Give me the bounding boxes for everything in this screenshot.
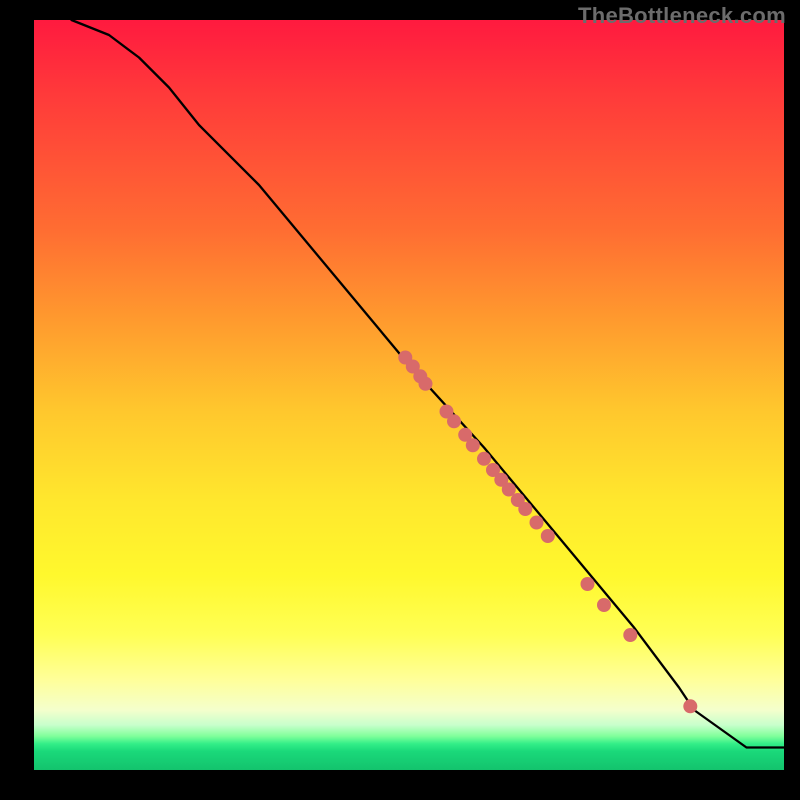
data-point [477,452,491,466]
data-point [466,438,480,452]
data-point [541,529,555,543]
data-point [597,598,611,612]
data-point [447,414,461,428]
data-point [623,628,637,642]
watermark-text: TheBottleneck.com [578,3,786,29]
data-point [419,377,433,391]
data-point [518,502,532,516]
chart-frame: TheBottleneck.com [0,0,800,800]
data-point [581,577,595,591]
data-points [398,351,697,714]
plot-area [34,20,784,770]
data-point [530,516,544,530]
chart-svg [34,20,784,770]
data-point [683,699,697,713]
